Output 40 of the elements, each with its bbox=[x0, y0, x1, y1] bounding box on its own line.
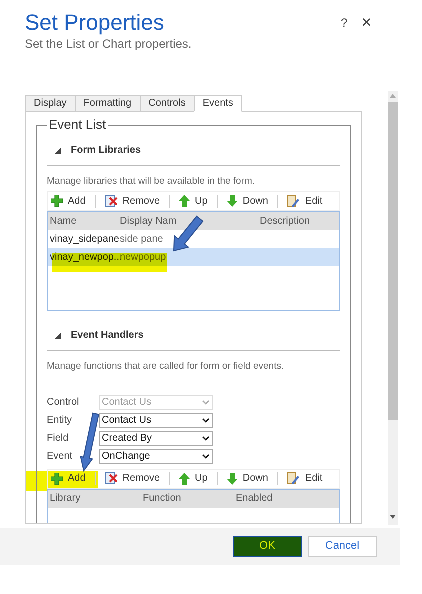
tab[interactable]: Controls bbox=[140, 95, 195, 112]
group-legend: Event List bbox=[47, 118, 108, 132]
toolbar-up-button[interactable]: Up bbox=[179, 194, 208, 209]
field-label: Entity bbox=[47, 414, 74, 428]
toolbar-add-button[interactable]: Add bbox=[51, 471, 86, 486]
column-header[interactable]: Name bbox=[48, 214, 118, 229]
field-label: Field bbox=[47, 432, 70, 446]
ok-button[interactable]: OK bbox=[233, 536, 302, 557]
help-button[interactable]: ? bbox=[341, 16, 348, 30]
toolbar-up-button[interactable]: Up bbox=[179, 471, 208, 486]
column-header[interactable]: Display Nam bbox=[118, 214, 258, 229]
section-description: Manage libraries that will be available in the form. bbox=[47, 175, 256, 189]
toolbar-down-button[interactable]: Down bbox=[226, 471, 268, 486]
toolbar-add-button[interactable]: Add bbox=[51, 194, 86, 209]
tab[interactable]: Formatting bbox=[74, 95, 141, 112]
tab[interactable]: Display bbox=[25, 95, 76, 112]
dialog-subtitle: Set the List or Chart properties. bbox=[25, 37, 192, 52]
toolbar-remove-button[interactable]: Remove bbox=[104, 194, 160, 209]
column-header[interactable]: Description bbox=[258, 214, 328, 229]
toolbar-edit-button[interactable]: Edit bbox=[287, 471, 323, 486]
field-label: Event bbox=[47, 450, 74, 464]
dropdown[interactable]: Created By bbox=[99, 430, 213, 446]
column-header[interactable]: Function bbox=[141, 491, 234, 506]
dropdown[interactable]: Contact Us bbox=[99, 412, 213, 428]
close-button[interactable]: × bbox=[362, 16, 372, 30]
table-cell-text: side pane bbox=[119, 232, 164, 247]
toolbar-down-button[interactable]: Down bbox=[226, 194, 268, 209]
toolbar-edit-button[interactable]: Edit bbox=[287, 194, 323, 209]
column-header[interactable]: Enabled bbox=[234, 491, 324, 506]
tab[interactable]: Events bbox=[194, 95, 242, 112]
dropdown[interactable]: OnChange bbox=[99, 448, 213, 464]
toolbar-remove-button[interactable]: Remove bbox=[104, 471, 160, 486]
section-heading: Event Handlers bbox=[71, 329, 144, 344]
table-cell-text: vinay_sidepane bbox=[49, 232, 118, 247]
cancel-button[interactable]: Cancel bbox=[308, 536, 377, 557]
column-header[interactable]: Library bbox=[48, 491, 141, 506]
section-description: Manage functions that are called for form or field events. bbox=[47, 360, 284, 374]
field-label: Control bbox=[47, 396, 80, 410]
dialog-title: Set Properties bbox=[25, 9, 164, 36]
section-heading: Form Libraries bbox=[71, 144, 142, 158]
